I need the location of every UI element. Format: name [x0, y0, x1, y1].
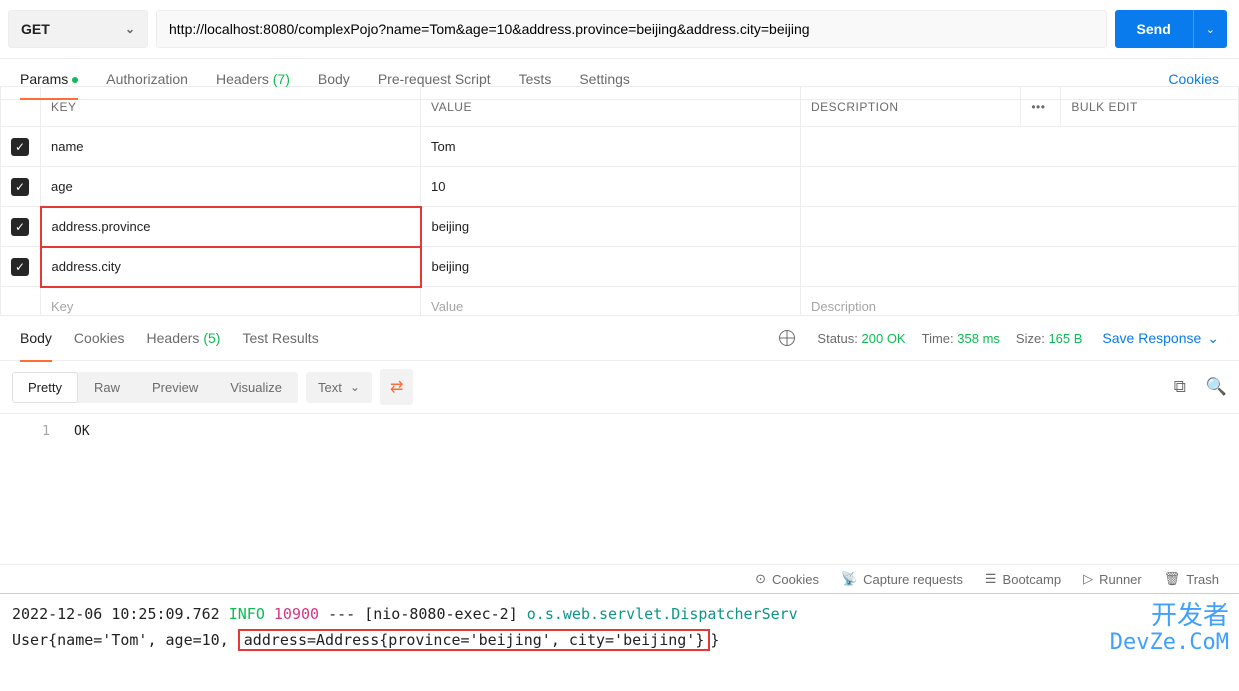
tab-prerequest[interactable]: Pre-request Script [378, 59, 507, 99]
params-table-container: KEY VALUE DESCRIPTION ••• Bulk Edit ✓nam… [0, 86, 1239, 316]
response-text: OK [74, 424, 90, 439]
response-tools: Pretty Raw Preview Visualize Text ⌄ ⇄ ⧉ … [0, 361, 1239, 414]
param-description[interactable] [801, 127, 1239, 167]
row-checkbox [1, 287, 41, 317]
footer-trash[interactable]: 🗑Trash [1164, 571, 1219, 587]
row-checkbox[interactable]: ✓ [1, 247, 41, 287]
copy-icon[interactable]: ⧉ [1174, 377, 1186, 397]
tab-settings[interactable]: Settings [579, 59, 646, 99]
send-button-group: Send ⌄ [1115, 10, 1227, 48]
chevron-down-icon: ⌄ [1207, 330, 1219, 347]
footer-capture[interactable]: 📡Capture requests [841, 571, 963, 587]
resp-tab-body[interactable]: Body [20, 326, 52, 350]
row-checkbox[interactable]: ✓ [1, 167, 41, 207]
method-value: GET [21, 21, 50, 37]
line-number: 1 [20, 424, 50, 439]
view-raw[interactable]: Raw [78, 372, 136, 403]
table-row: ✓address.citybeijing [1, 247, 1239, 287]
save-response-button[interactable]: Save Response ⌄ [1102, 330, 1219, 347]
param-description-input[interactable]: Description [801, 287, 1239, 317]
request-bar: GET ⌄ Send ⌄ [0, 0, 1239, 59]
param-value[interactable]: beijing [421, 207, 801, 247]
response-header: Body Cookies Headers (5) Test Results St… [0, 316, 1239, 361]
globe-icon[interactable] [779, 330, 795, 346]
more-options-icon[interactable]: ••• [1021, 87, 1061, 127]
table-row: ✓age10 [1, 167, 1239, 207]
param-description[interactable] [801, 247, 1239, 287]
send-dropdown[interactable]: ⌄ [1193, 10, 1227, 48]
params-table: KEY VALUE DESCRIPTION ••• Bulk Edit ✓nam… [0, 86, 1239, 316]
table-row-new: KeyValueDescription [1, 287, 1239, 317]
format-select[interactable]: Text ⌄ [306, 372, 372, 403]
chevron-down-icon: ⌄ [125, 22, 135, 36]
tab-authorization[interactable]: Authorization [106, 59, 204, 99]
modified-dot-icon [72, 77, 78, 83]
highlighted-output: address=Address{province='beijing', city… [238, 629, 711, 651]
tab-params[interactable]: Params [20, 59, 94, 99]
param-key-input[interactable]: Key [41, 287, 421, 317]
footer-runner[interactable]: ▷Runner [1083, 571, 1142, 587]
param-description[interactable] [801, 167, 1239, 207]
table-row: ✓address.provincebeijing [1, 207, 1239, 247]
bootcamp-icon: ☰ [985, 571, 997, 587]
response-body: 1 OK [0, 414, 1239, 564]
header-description: DESCRIPTION [801, 87, 1021, 127]
row-checkbox[interactable]: ✓ [1, 127, 41, 167]
tab-body[interactable]: Body [318, 59, 366, 99]
search-icon[interactable]: 🔍 [1206, 377, 1227, 397]
url-input[interactable] [156, 10, 1107, 48]
param-key[interactable]: name [41, 127, 421, 167]
chevron-down-icon: ⌄ [350, 380, 360, 394]
cookies-link[interactable]: Cookies [1168, 59, 1219, 99]
row-checkbox[interactable]: ✓ [1, 207, 41, 247]
param-key[interactable]: address.city [41, 247, 421, 287]
wrap-lines-icon[interactable]: ⇄ [380, 369, 413, 405]
param-value[interactable]: beijing [421, 247, 801, 287]
view-pretty[interactable]: Pretty [12, 372, 78, 403]
param-description[interactable] [801, 207, 1239, 247]
response-meta: Status: 200 OK Time: 358 ms Size: 165 B [779, 330, 1082, 346]
console-output: 2022-12-06 10:25:09.762 INFO 10900 --- [… [0, 593, 1239, 661]
footer-bar: ⊙Cookies 📡Capture requests ☰Bootcamp ▷Ru… [0, 564, 1239, 593]
trash-icon: 🗑 [1164, 571, 1181, 587]
param-value-input[interactable]: Value [421, 287, 801, 317]
tab-tests[interactable]: Tests [519, 59, 568, 99]
antenna-icon: 📡 [841, 571, 857, 587]
tab-headers[interactable]: Headers (7) [216, 59, 306, 99]
param-value[interactable]: 10 [421, 167, 801, 207]
method-select[interactable]: GET ⌄ [8, 10, 148, 48]
param-value[interactable]: Tom [421, 127, 801, 167]
resp-tab-tests[interactable]: Test Results [242, 326, 318, 350]
view-toggle: Pretty Raw Preview Visualize [12, 372, 298, 403]
footer-cookies[interactable]: ⊙Cookies [755, 571, 819, 587]
table-row: ✓nameTom [1, 127, 1239, 167]
view-preview[interactable]: Preview [136, 372, 214, 403]
send-button[interactable]: Send [1115, 10, 1193, 48]
resp-tab-headers[interactable]: Headers (5) [147, 326, 221, 350]
view-visualize[interactable]: Visualize [214, 372, 298, 403]
cookie-icon: ⊙ [755, 571, 766, 587]
runner-icon: ▷ [1083, 571, 1093, 587]
resp-tab-cookies[interactable]: Cookies [74, 326, 125, 350]
param-key[interactable]: age [41, 167, 421, 207]
footer-bootcamp[interactable]: ☰Bootcamp [985, 571, 1061, 587]
param-key[interactable]: address.province [41, 207, 421, 247]
